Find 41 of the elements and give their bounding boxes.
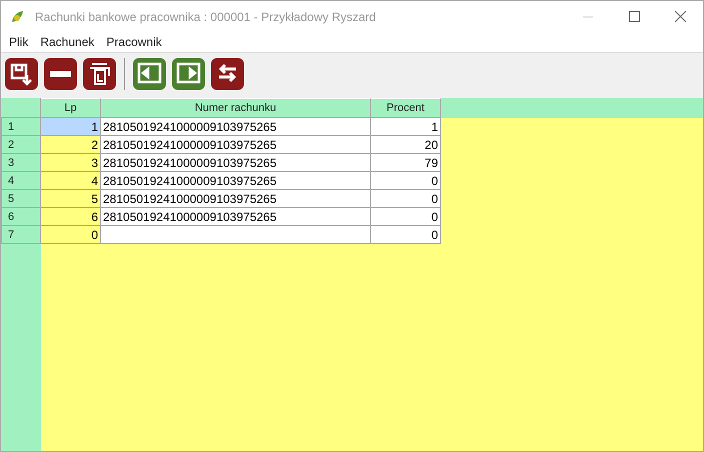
menu-item[interactable]: Rachunek bbox=[34, 35, 100, 49]
table-cell[interactable]: 28105019241000009103975265 bbox=[101, 208, 371, 226]
table-cell[interactable]: 2 bbox=[41, 136, 101, 154]
table-cell[interactable]: 0 bbox=[371, 226, 441, 244]
save-button[interactable] bbox=[5, 58, 38, 90]
table-cell[interactable]: 6 bbox=[41, 208, 101, 226]
table-cell[interactable]: 4 bbox=[41, 172, 101, 190]
table-cell[interactable]: 1 bbox=[41, 118, 101, 136]
table-cell[interactable]: 28105019241000009103975265 bbox=[101, 118, 371, 136]
minimize-icon bbox=[583, 16, 593, 18]
arrow-right-icon bbox=[176, 62, 201, 86]
app-icon bbox=[9, 8, 25, 24]
maximize-icon bbox=[628, 11, 640, 22]
window-title: Rachunki bankowe pracownika : 000001 - Przykładowy Ryszard bbox=[35, 10, 377, 24]
table-cell[interactable]: 28105019241000009103975265 bbox=[101, 136, 371, 154]
column-header[interactable]: Numer rachunku bbox=[101, 98, 371, 118]
table-cell[interactable]: 28105019241000009103975265 bbox=[101, 154, 371, 172]
table-cell[interactable]: 0 bbox=[371, 190, 441, 208]
table-cell[interactable]: 0 bbox=[371, 172, 441, 190]
arrow-left-icon bbox=[137, 62, 162, 86]
swap-button[interactable] bbox=[211, 58, 244, 90]
table-cell[interactable]: 1 bbox=[371, 118, 441, 136]
table-cell[interactable]: 3 bbox=[41, 154, 101, 172]
menu-item[interactable]: Plik bbox=[3, 35, 34, 49]
table-cell[interactable]: 79 bbox=[371, 154, 441, 172]
table-cell[interactable] bbox=[101, 226, 371, 244]
arrow-right-button[interactable] bbox=[172, 58, 205, 90]
printer-button[interactable] bbox=[83, 58, 116, 90]
table-cell[interactable]: 0 bbox=[371, 208, 441, 226]
table-cell[interactable]: 20 bbox=[371, 136, 441, 154]
minus-icon bbox=[50, 71, 71, 77]
table-cell[interactable]: 5 bbox=[41, 190, 101, 208]
menu-item[interactable]: Pracownik bbox=[100, 35, 168, 49]
table-cell[interactable]: 28105019241000009103975265 bbox=[101, 172, 371, 190]
close-icon bbox=[674, 11, 686, 22]
printer-icon bbox=[87, 62, 112, 86]
table-cell[interactable]: 28105019241000009103975265 bbox=[101, 190, 371, 208]
table-cell[interactable]: 0 bbox=[41, 226, 101, 244]
save-icon bbox=[9, 62, 34, 86]
arrow-left-button[interactable] bbox=[133, 58, 166, 90]
minus-button[interactable] bbox=[44, 58, 77, 90]
